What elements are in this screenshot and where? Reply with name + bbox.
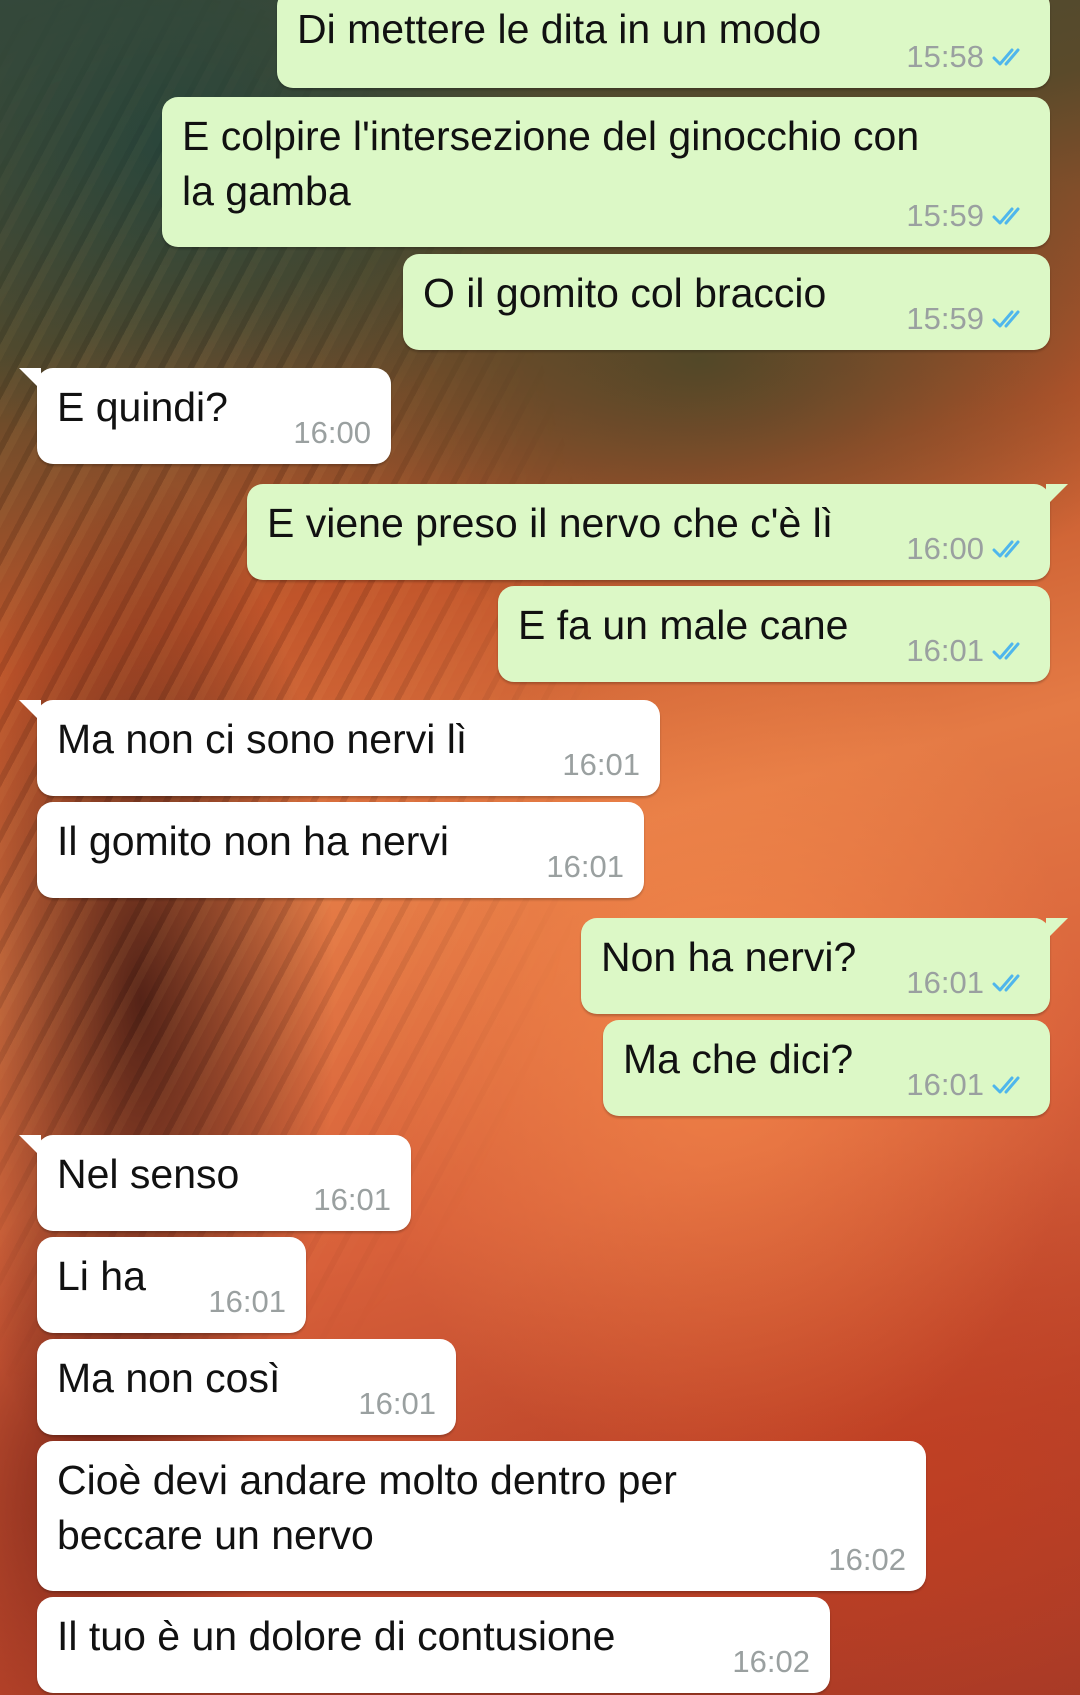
message-meta: 15:59	[906, 199, 1030, 233]
message-bubble-outgoing[interactable]: E fa un male cane 16:01	[498, 586, 1050, 682]
message-text: Cioè devi andare molto dentro per beccar…	[57, 1457, 677, 1558]
double-check-icon	[992, 310, 1020, 328]
message-meta: 16:01	[906, 966, 1030, 1000]
message-bubble-incoming[interactable]: Li ha 16:01	[37, 1237, 306, 1333]
message-meta: 16:01	[208, 1285, 286, 1319]
double-check-icon	[992, 540, 1020, 558]
message-meta: 15:59	[906, 302, 1030, 336]
message-text: Ma non ci sono nervi lì	[57, 716, 468, 762]
message-meta: 16:01	[313, 1183, 391, 1217]
double-check-icon	[992, 974, 1020, 992]
message-meta: 16:01	[358, 1387, 436, 1421]
message-bubble-incoming[interactable]: Ma non così 16:01	[37, 1339, 456, 1435]
message-time: 16:01	[906, 633, 984, 668]
message-text: E colpire l'intersezione del ginocchio c…	[182, 113, 920, 214]
message-time: 16:00	[906, 531, 984, 566]
message-bubble-outgoing[interactable]: E viene preso il nervo che c'è lì 16:00	[247, 484, 1068, 580]
message-text: Il tuo è un dolore di contusione	[57, 1613, 616, 1659]
message-bubble-outgoing[interactable]: Ma che dici? 16:01	[603, 1020, 1050, 1116]
message-bubble-incoming[interactable]: E quindi? 16:00	[19, 368, 391, 464]
message-meta: 15:58	[906, 40, 1030, 74]
message-time: 16:01	[313, 1182, 391, 1217]
message-time: 16:02	[828, 1542, 906, 1577]
message-text: Il gomito non ha nervi	[57, 818, 450, 864]
message-time: 15:58	[906, 39, 984, 74]
message-meta: 16:01	[562, 748, 640, 782]
double-check-icon	[992, 207, 1020, 225]
double-check-icon	[992, 48, 1020, 66]
message-time: 16:01	[906, 965, 984, 1000]
message-meta: 16:00	[906, 532, 1030, 566]
message-time: 16:02	[732, 1644, 810, 1679]
message-time: 16:01	[208, 1284, 286, 1319]
message-time: 15:59	[906, 198, 984, 233]
message-bubble-incoming[interactable]: Cioè devi andare molto dentro per beccar…	[37, 1441, 926, 1591]
message-bubble-outgoing[interactable]: O il gomito col braccio 15:59	[403, 254, 1050, 350]
message-bubble-outgoing[interactable]: Di mettere le dita in un modo 15:58	[277, 0, 1050, 88]
message-meta: 16:02	[828, 1543, 906, 1577]
message-time: 16:01	[358, 1386, 436, 1421]
message-time: 16:01	[546, 849, 624, 884]
double-check-icon	[992, 1076, 1020, 1094]
message-meta: 16:01	[906, 1068, 1030, 1102]
message-time: 15:59	[906, 301, 984, 336]
message-bubble-incoming[interactable]: Il gomito non ha nervi 16:01	[37, 802, 644, 898]
message-time: 16:00	[293, 415, 371, 450]
message-time: 16:01	[562, 747, 640, 782]
double-check-icon	[992, 642, 1020, 660]
message-meta: 16:00	[293, 416, 371, 450]
message-bubble-incoming[interactable]: Ma non ci sono nervi lì 16:01	[19, 700, 660, 796]
message-bubble-incoming[interactable]: Nel senso 16:01	[19, 1135, 411, 1231]
message-bubble-incoming[interactable]: Il tuo è un dolore di contusione 16:02	[37, 1597, 830, 1693]
message-bubble-outgoing[interactable]: Non ha nervi? 16:01	[581, 918, 1068, 1014]
message-meta: 16:01	[906, 634, 1030, 668]
message-bubble-outgoing[interactable]: E colpire l'intersezione del ginocchio c…	[162, 97, 1050, 247]
message-meta: 16:02	[732, 1645, 810, 1679]
message-time: 16:01	[906, 1067, 984, 1102]
message-meta: 16:01	[546, 850, 624, 884]
